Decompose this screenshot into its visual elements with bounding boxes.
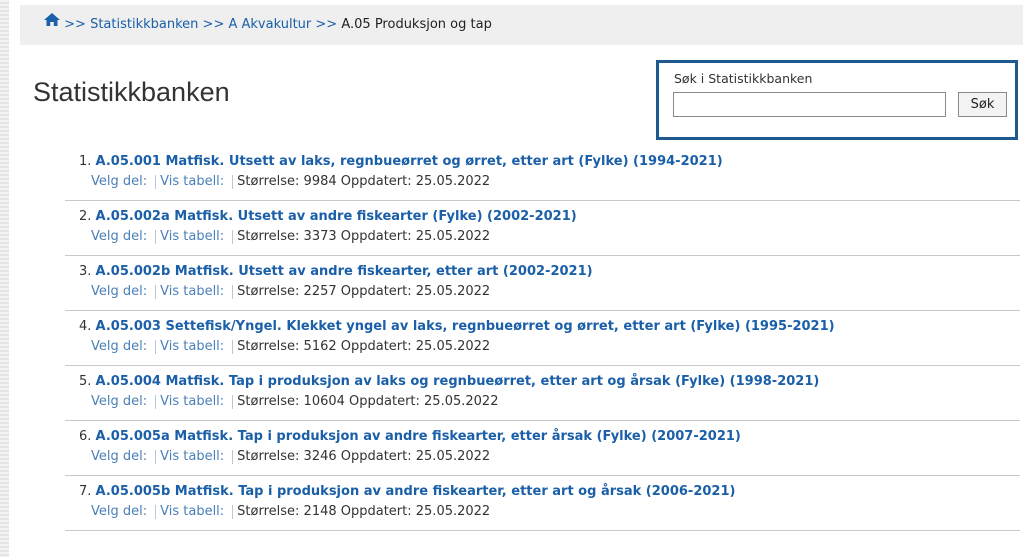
result-title-link[interactable]: A.05.002a Matfisk. Utsett av andre fiske… [96,209,577,224]
home-icon[interactable] [44,3,60,43]
result-title-link[interactable]: A.05.002b Matfisk. Utsett av andre fiske… [96,264,593,279]
result-meta: Velg del: Vis tabell: Størrelse: 2257 Oppd… [91,283,1020,301]
result-number: 2. [79,209,92,224]
divider [232,394,234,409]
result-number: 3. [79,264,92,279]
left-edge-strip [0,0,9,557]
divider [155,504,157,519]
divider [155,229,157,244]
breadcrumb-separator: >> [315,17,338,32]
vis-tabell-link[interactable]: Vis tabell: [160,174,224,189]
page: >> Statistikkbanken >> A Akvakultur >> A… [0,0,1023,557]
result-number: 6. [79,429,92,444]
velg-del-link[interactable]: Velg del: [91,284,147,299]
result-title-line: 6. A.05.005a Matfisk. Tap i produksjon a… [79,428,1020,446]
result-title-line: 4. A.05.003 Settefisk/Yngel. Klekket yng… [79,318,1020,336]
velg-del-link[interactable]: Velg del: [91,339,147,354]
result-title-line: 1. A.05.001 Matfisk. Utsett av laks, reg… [79,153,1020,171]
result-title-line: 2. A.05.002a Matfisk. Utsett av andre fi… [79,208,1020,226]
divider [155,174,157,189]
vis-tabell-link[interactable]: Vis tabell: [160,504,224,519]
page-title: Statistikkbanken [33,77,230,107]
result-title-link[interactable]: A.05.001 Matfisk. Utsett av laks, regnbu… [96,154,723,169]
result-info: Størrelse: 3246 Oppdatert: 25.05.2022 [237,449,491,464]
list-item: 5. A.05.004 Matfisk. Tap i produksjon av… [65,366,1020,421]
divider [232,229,234,244]
result-title-link[interactable]: A.05.004 Matfisk. Tap i produksjon av la… [96,374,820,389]
result-number: 4. [79,319,92,334]
list-item: 3. A.05.002b Matfisk. Utsett av andre fi… [65,256,1020,311]
result-info: Størrelse: 3373 Oppdatert: 25.05.2022 [237,229,491,244]
result-meta: Velg del: Vis tabell: Størrelse: 3373 Oppd… [91,228,1020,246]
velg-del-link[interactable]: Velg del: [91,174,147,189]
result-meta: Velg del: Vis tabell: Størrelse: 9984 Oppd… [91,173,1020,191]
divider [232,174,234,189]
breadcrumb-separator: >> [64,17,86,32]
breadcrumb-separator: >> [202,17,225,32]
result-title-line: 7. A.05.005b Matfisk. Tap i produksjon a… [79,483,1020,501]
velg-del-link[interactable]: Velg del: [91,394,147,409]
result-info: Størrelse: 2148 Oppdatert: 25.05.2022 [237,504,491,519]
result-meta: Velg del: Vis tabell: Størrelse: 5162 Oppd… [91,338,1020,356]
divider [232,504,234,519]
list-item: 2. A.05.002a Matfisk. Utsett av andre fi… [65,201,1020,256]
result-title-link[interactable]: A.05.003 Settefisk/Yngel. Klekket yngel … [96,319,835,334]
divider [155,449,157,464]
breadcrumb: >> Statistikkbanken >> A Akvakultur >> A… [20,5,1023,45]
velg-del-link[interactable]: Velg del: [91,449,147,464]
result-meta: Velg del: Vis tabell: Størrelse: 10604 Opp… [91,393,1020,411]
result-info: Størrelse: 9984 Oppdatert: 25.05.2022 [237,174,491,189]
result-title-line: 3. A.05.002b Matfisk. Utsett av andre fi… [79,263,1020,281]
vis-tabell-link[interactable]: Vis tabell: [160,339,224,354]
list-item: 6. A.05.005a Matfisk. Tap i produksjon a… [65,421,1020,476]
search-label: Søk i Statistikkbanken [674,71,813,86]
result-info: Størrelse: 10604 Oppdatert: 25.05.2022 [237,394,499,409]
result-meta: Velg del: Vis tabell: Størrelse: 2148 Oppd… [91,503,1020,521]
list-item: 7. A.05.005b Matfisk. Tap i produksjon a… [65,476,1020,531]
vis-tabell-link[interactable]: Vis tabell: [160,449,224,464]
search-button[interactable]: Søk [958,92,1007,117]
divider [232,339,234,354]
divider [232,449,234,464]
result-number: 1. [79,154,92,169]
divider [155,394,157,409]
list-item: 1. A.05.001 Matfisk. Utsett av laks, reg… [65,146,1020,201]
vis-tabell-link[interactable]: Vis tabell: [160,229,224,244]
result-title-line: 5. A.05.004 Matfisk. Tap i produksjon av… [79,373,1020,391]
breadcrumb-current: A.05 Produksjon og tap [341,17,492,32]
divider [232,284,234,299]
breadcrumb-link-akvakultur[interactable]: A Akvakultur [228,17,311,32]
result-meta: Velg del: Vis tabell: Størrelse: 3246 Oppd… [91,448,1020,466]
vis-tabell-link[interactable]: Vis tabell: [160,284,224,299]
velg-del-link[interactable]: Velg del: [91,504,147,519]
velg-del-link[interactable]: Velg del: [91,229,147,244]
results-list: 1. A.05.001 Matfisk. Utsett av laks, reg… [65,146,1020,531]
result-title-link[interactable]: A.05.005b Matfisk. Tap i produksjon av a… [96,484,736,499]
result-number: 7. [79,484,92,499]
list-item: 4. A.05.003 Settefisk/Yngel. Klekket yng… [65,311,1020,366]
search-input[interactable] [673,92,946,117]
breadcrumb-link-statistikkbanken[interactable]: Statistikkbanken [90,17,198,32]
result-info: Størrelse: 2257 Oppdatert: 25.05.2022 [237,284,491,299]
result-number: 5. [79,374,92,389]
vis-tabell-link[interactable]: Vis tabell: [160,394,224,409]
result-title-link[interactable]: A.05.005a Matfisk. Tap i produksjon av a… [96,429,741,444]
search-panel: Søk i Statistikkbanken Søk [656,60,1018,140]
result-info: Størrelse: 5162 Oppdatert: 25.05.2022 [237,339,491,354]
divider [155,284,157,299]
divider [155,339,157,354]
